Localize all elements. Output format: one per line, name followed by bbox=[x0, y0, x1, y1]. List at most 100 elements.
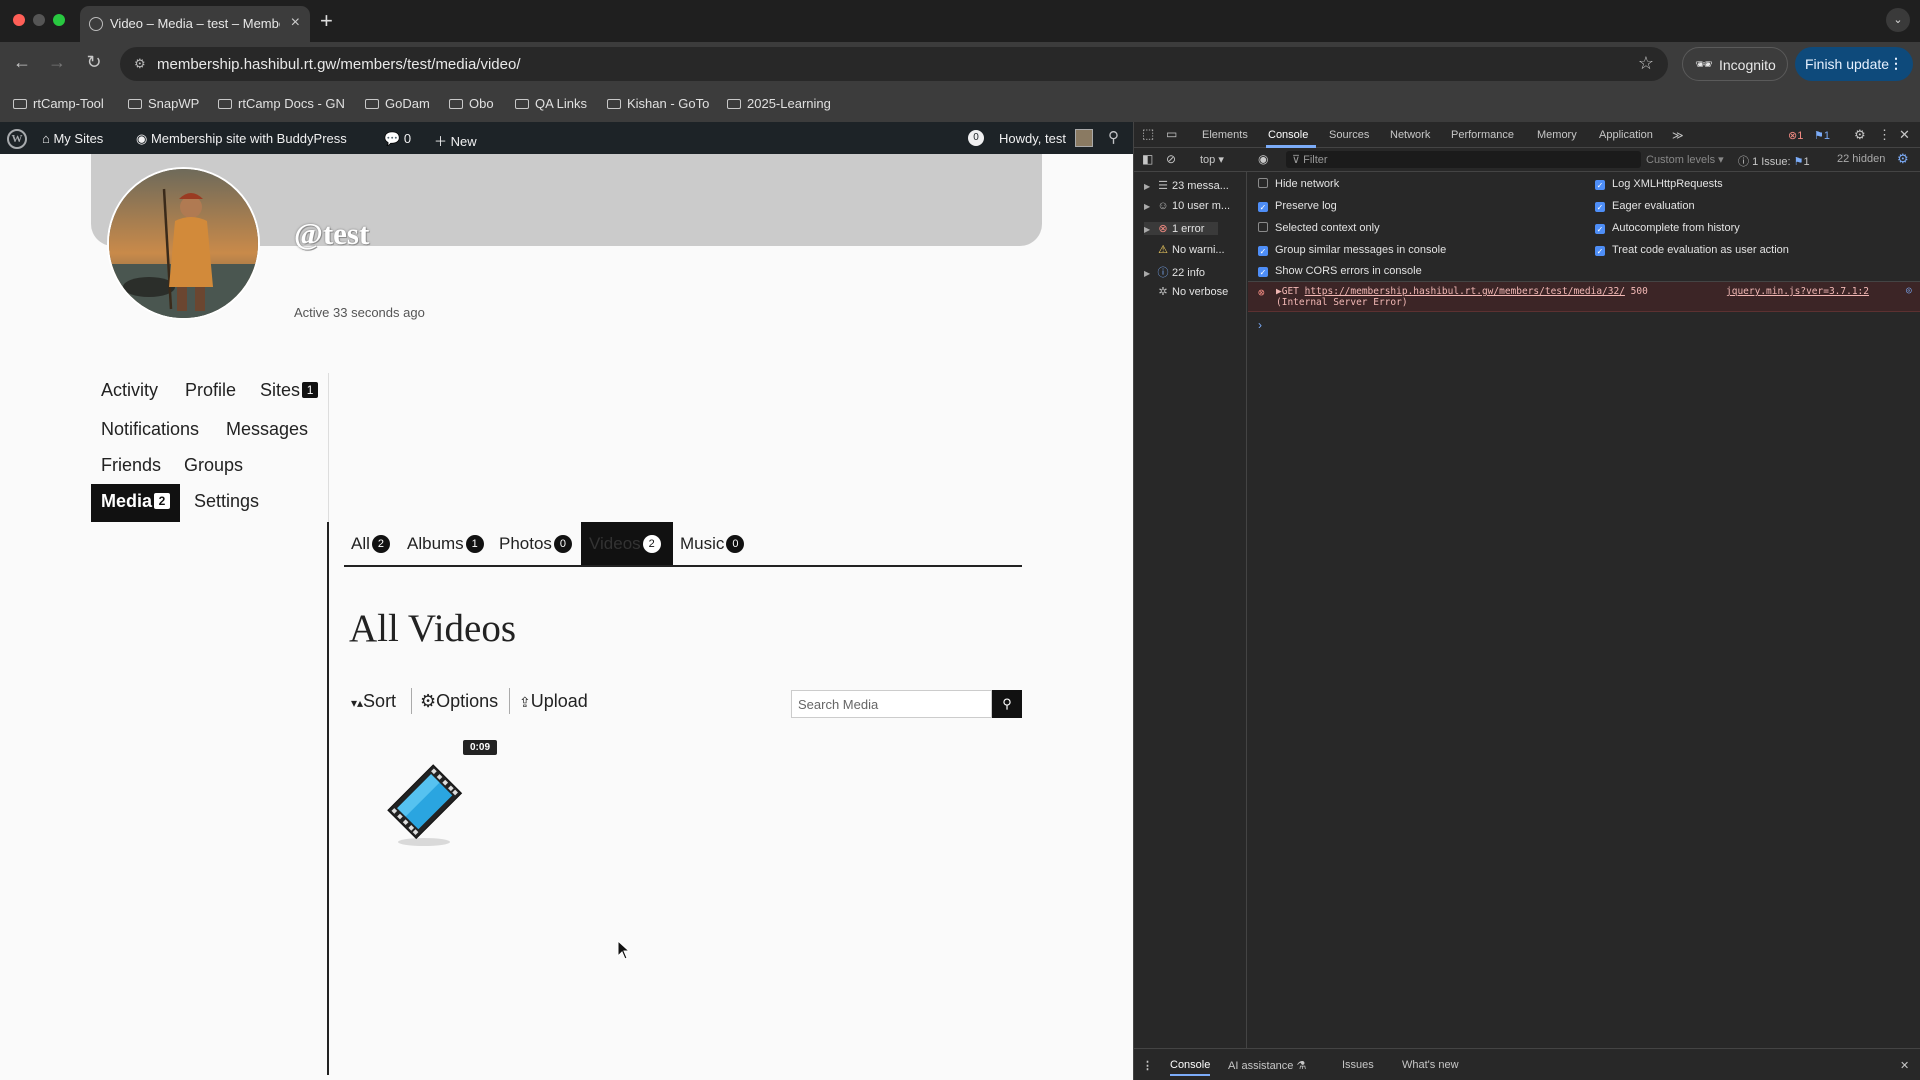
error-count-badge[interactable]: ⊗1 bbox=[1788, 129, 1803, 142]
console-error-message[interactable]: ⊗ ▶GET https://membership.hashibul.rt.gw… bbox=[1248, 282, 1920, 312]
nav-media[interactable]: Media 2 bbox=[101, 491, 171, 512]
option-log-xhr[interactable]: ✓ Log XMLHttpRequests bbox=[1595, 178, 1723, 190]
console-settings-gear-icon[interactable]: ⚙ bbox=[1897, 151, 1909, 167]
tab-photos[interactable]: Photos 0 bbox=[499, 534, 572, 554]
search-media-input[interactable]: Search Media bbox=[791, 690, 992, 718]
close-devtools-icon[interactable]: ✕ bbox=[1899, 127, 1910, 143]
nav-notifications[interactable]: Notifications bbox=[101, 419, 199, 440]
bookmark-folder[interactable]: 2025-Learning bbox=[727, 96, 831, 111]
sidebar-verbose[interactable]: ✲ No verbose bbox=[1144, 285, 1228, 298]
log-levels-dropdown[interactable]: Custom levels ▾ bbox=[1646, 153, 1724, 166]
drawer-tab-whats-new[interactable]: What's new bbox=[1402, 1059, 1459, 1071]
tab-application[interactable]: Application bbox=[1599, 129, 1653, 141]
user-avatar-small[interactable] bbox=[1075, 129, 1093, 147]
sidebar-user-messages[interactable]: ▶ ☺ 10 user m... bbox=[1144, 200, 1230, 212]
console-filter-input[interactable]: ⊽ Filter bbox=[1286, 151, 1641, 168]
new-content-menu[interactable]: ＋ New bbox=[434, 131, 477, 150]
option-eager-eval[interactable]: ✓ Eager evaluation bbox=[1595, 200, 1695, 212]
site-info-icon[interactable]: ⚙ bbox=[134, 57, 148, 71]
bookmark-folder[interactable]: Kishan - GoTo bbox=[607, 96, 709, 111]
option-selected-context[interactable]: Selected context only bbox=[1258, 222, 1380, 234]
settings-gear-icon[interactable]: ⚙ bbox=[1854, 127, 1866, 143]
drawer-tab-console[interactable]: Console bbox=[1170, 1059, 1211, 1076]
forward-arrow-icon[interactable]: → bbox=[45, 52, 69, 73]
my-sites-menu[interactable]: ⌂ My Sites bbox=[42, 131, 103, 146]
search-icon[interactable]: ⚲ bbox=[1108, 128, 1119, 146]
drawer-tab-issues[interactable]: Issues bbox=[1342, 1059, 1374, 1071]
tab-videos[interactable]: Videos 2 bbox=[589, 534, 661, 554]
option-group-similar[interactable]: ✓ Group similar messages in console bbox=[1258, 244, 1446, 256]
bookmark-star-icon[interactable]: ☆ bbox=[1638, 53, 1654, 74]
network-icon[interactable]: ◎ bbox=[1906, 285, 1912, 296]
more-tabs-icon[interactable]: ≫ bbox=[1672, 129, 1684, 142]
tab-network[interactable]: Network bbox=[1390, 129, 1430, 141]
inspect-element-icon[interactable]: ⬚ bbox=[1142, 126, 1154, 142]
context-selector[interactable]: top ▾ bbox=[1200, 153, 1224, 166]
bookmark-folder[interactable]: QA Links bbox=[515, 96, 587, 111]
maximize-window-button[interactable] bbox=[53, 14, 65, 26]
issue-count-badge[interactable]: ⚑1 bbox=[1814, 129, 1830, 142]
close-window-button[interactable] bbox=[13, 14, 25, 26]
nav-sites[interactable]: Sites 1 bbox=[260, 380, 319, 401]
tab-albums[interactable]: Albums 1 bbox=[407, 534, 484, 554]
drawer-menu-icon[interactable]: ⋮ bbox=[1142, 1059, 1153, 1072]
device-toolbar-icon[interactable]: ▭ bbox=[1166, 127, 1177, 141]
site-name-menu[interactable]: ◉ Membership site with BuddyPress bbox=[136, 131, 347, 147]
search-button[interactable]: ⚲ bbox=[992, 690, 1022, 718]
bookmark-folder[interactable]: Obo bbox=[449, 96, 494, 111]
howdy-account-menu[interactable]: Howdy, test bbox=[999, 131, 1066, 146]
tab-search-chevron-icon[interactable]: ⌄ bbox=[1886, 8, 1910, 32]
sidebar-errors[interactable]: ▶ ⊗ 1 error bbox=[1144, 222, 1219, 235]
incognito-indicator[interactable]: 🕶 Incognito bbox=[1682, 47, 1788, 81]
checkbox-checked[interactable]: ✓ bbox=[1258, 202, 1268, 212]
address-url[interactable]: membership.hashibul.rt.gw/members/test/m… bbox=[157, 56, 521, 73]
bookmark-folder[interactable]: rtCamp Docs - GN bbox=[218, 96, 345, 111]
reload-icon[interactable]: ↻ bbox=[82, 52, 106, 73]
checkbox-checked[interactable]: ✓ bbox=[1595, 202, 1605, 212]
comments-link[interactable]: 💬 0 bbox=[384, 131, 411, 147]
close-tab-icon[interactable]: × bbox=[291, 14, 300, 32]
option-hide-network[interactable]: Hide network bbox=[1258, 178, 1339, 190]
checkbox-checked[interactable]: ✓ bbox=[1595, 246, 1605, 256]
checkbox[interactable] bbox=[1258, 178, 1268, 188]
nav-activity[interactable]: Activity bbox=[101, 380, 158, 401]
checkbox-checked[interactable]: ✓ bbox=[1258, 246, 1268, 256]
upload-button[interactable]: ⇪Upload bbox=[519, 691, 588, 712]
tab-console[interactable]: Console bbox=[1268, 129, 1308, 141]
checkbox-checked[interactable]: ✓ bbox=[1258, 267, 1268, 277]
checkbox-checked[interactable]: ✓ bbox=[1595, 224, 1605, 234]
options-button[interactable]: ⚙Options bbox=[420, 691, 498, 712]
kebab-menu-icon[interactable]: ⋮ bbox=[1878, 127, 1891, 143]
tab-elements[interactable]: Elements bbox=[1202, 129, 1248, 141]
bookmark-folder[interactable]: SnapWP bbox=[128, 96, 199, 111]
notifications-badge[interactable]: 0 bbox=[968, 130, 984, 146]
browser-tab-active[interactable]: Video – Media – test – Membership site w… bbox=[80, 6, 310, 42]
tab-sources[interactable]: Sources bbox=[1329, 129, 1369, 141]
wordpress-logo-icon[interactable]: W bbox=[7, 129, 27, 149]
address-bar[interactable]: ⚙ membership.hashibul.rt.gw/members/test… bbox=[120, 47, 1668, 81]
checkbox-checked[interactable]: ✓ bbox=[1595, 180, 1605, 190]
back-arrow-icon[interactable]: ← bbox=[10, 52, 34, 73]
sort-button[interactable]: ▾▴Sort bbox=[351, 691, 396, 712]
minimize-window-button[interactable] bbox=[33, 14, 45, 26]
bookmark-folder[interactable]: rtCamp-Tool bbox=[13, 96, 104, 111]
avatar[interactable] bbox=[107, 167, 260, 320]
nav-friends[interactable]: Friends bbox=[101, 455, 161, 476]
tab-performance[interactable]: Performance bbox=[1451, 129, 1514, 141]
nav-profile[interactable]: Profile bbox=[185, 380, 236, 401]
clear-console-icon[interactable]: ⊘ bbox=[1166, 152, 1176, 166]
sidebar-messages[interactable]: ▶ ☰ 23 messa... bbox=[1144, 179, 1229, 192]
option-cors-errors[interactable]: ✓ Show CORS errors in console bbox=[1258, 265, 1422, 277]
issues-link[interactable]: ⓘ 1 Issue: ⚑1 bbox=[1738, 153, 1810, 169]
console-prompt-caret[interactable]: › bbox=[1258, 318, 1262, 332]
video-thumbnail[interactable] bbox=[377, 754, 477, 854]
close-drawer-icon[interactable]: ✕ bbox=[1900, 1059, 1909, 1072]
error-url-link[interactable]: https://membership.hashibul.rt.gw/member… bbox=[1305, 286, 1625, 297]
option-preserve-log[interactable]: ✓ Preserve log bbox=[1258, 200, 1337, 212]
new-tab-button[interactable]: + bbox=[320, 8, 333, 34]
sidebar-toggle-icon[interactable]: ◧ bbox=[1142, 152, 1153, 166]
live-expression-eye-icon[interactable]: ◉ bbox=[1258, 152, 1268, 166]
sidebar-info[interactable]: ▶ ⓘ 22 info bbox=[1144, 264, 1205, 280]
nav-groups[interactable]: Groups bbox=[184, 455, 243, 476]
tab-music[interactable]: Music 0 bbox=[680, 534, 745, 554]
